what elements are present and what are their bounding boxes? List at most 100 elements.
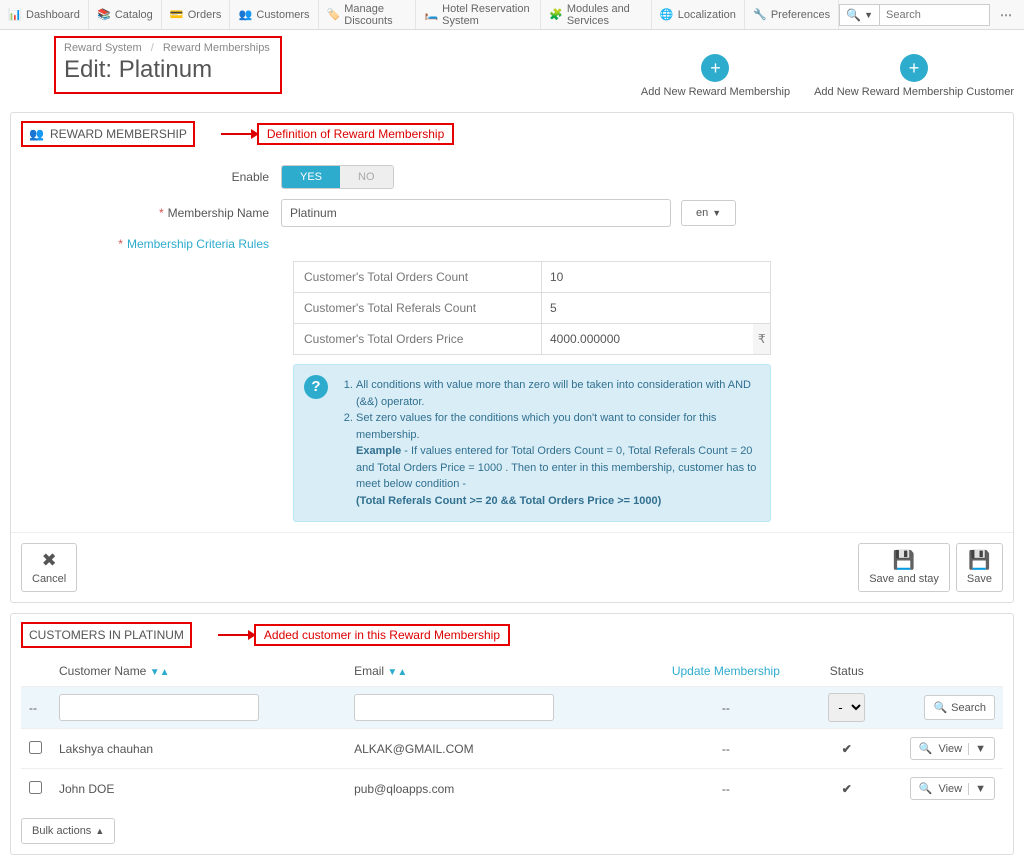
view-button[interactable]: 🔍View▼	[910, 777, 995, 800]
cell-email: pub@qloapps.com	[346, 769, 641, 809]
top-nav: 📊 Dashboard 📚Catalog 💳 Orders 👥 Customers 🏷…	[0, 0, 1024, 30]
caret-down-icon[interactable]: ▼	[968, 783, 986, 795]
search-icon: 🔍	[919, 742, 933, 755]
nav-label: Localization	[678, 9, 736, 21]
nav-label: Dashboard	[26, 9, 80, 21]
filter-dashes: --	[21, 687, 51, 729]
nav-discounts[interactable]: 🏷️Manage Discounts	[319, 0, 417, 29]
nav-hotel[interactable]: 🛏️Hotel Reservation System	[416, 0, 541, 29]
nav-label: Customers	[256, 9, 309, 21]
criteria-orders-price-input[interactable]	[542, 324, 753, 354]
language-button[interactable]: en▼	[681, 200, 736, 226]
nav-dashboard[interactable]: 📊 Dashboard	[0, 0, 89, 29]
group-icon: 👥	[29, 127, 44, 141]
orders-icon: 💳	[170, 8, 184, 21]
wrench-icon: 🔧	[753, 8, 767, 21]
cancel-button[interactable]: ✖Cancel	[21, 543, 77, 592]
filter-status-select[interactable]: -	[828, 693, 865, 722]
nav-customers[interactable]: 👥 Customers	[230, 0, 318, 29]
annotation-text: Added customer in this Reward Membership	[254, 624, 510, 646]
filter-name-input[interactable]	[59, 694, 259, 721]
filter-email-input[interactable]	[354, 694, 554, 721]
nav-label: Preferences	[771, 9, 830, 21]
panel-footer: ✖Cancel 💾Save and stay 💾Save	[11, 532, 1013, 602]
action-label: Add New Reward Membership Customer	[814, 86, 1014, 98]
filter-dashes: --	[641, 687, 810, 729]
row-checkbox[interactable]	[29, 741, 42, 754]
header-actions: + Add New Reward Membership + Add New Re…	[641, 54, 1014, 98]
search-input[interactable]	[880, 4, 990, 26]
criteria-link[interactable]: Membership Criteria Rules	[127, 237, 269, 251]
customers-icon: 👥	[238, 8, 252, 21]
save-stay-button[interactable]: 💾Save and stay	[858, 543, 950, 592]
annotation-text: Definition of Reward Membership	[257, 123, 454, 145]
globe-icon: 🌐	[660, 8, 674, 21]
caret-down-icon[interactable]: ▼	[968, 743, 986, 755]
breadcrumb: Reward System / Reward Memberships	[64, 42, 270, 54]
nav-label: Orders	[188, 9, 222, 21]
search-box: 🔍▼	[839, 0, 990, 29]
nav-orders[interactable]: 💳 Orders	[162, 0, 231, 29]
save-button[interactable]: 💾Save	[956, 543, 1003, 592]
criteria-label: *Membership Criteria Rules	[31, 237, 281, 251]
cell-update: --	[641, 729, 810, 769]
nav-localization[interactable]: 🌐 Localization	[652, 0, 745, 29]
search-icon: 🔍	[846, 8, 861, 22]
annotation: Added customer in this Reward Membership	[218, 624, 510, 646]
switch-no[interactable]: NO	[340, 166, 393, 188]
add-membership-button[interactable]: + Add New Reward Membership	[641, 54, 790, 98]
cell-update: --	[641, 769, 810, 809]
info-box: ? All conditions with value more than ze…	[293, 364, 771, 522]
criteria-orders-count-input[interactable]	[542, 262, 770, 292]
status-active-icon: ✔	[811, 729, 883, 769]
col-name[interactable]: Customer Name ▼▲	[51, 656, 346, 687]
puzzle-icon: 🧩	[549, 8, 563, 21]
criteria-table: Customer's Total Orders Count Customer's…	[293, 261, 771, 355]
criteria-orders-price-label: Customer's Total Orders Price	[294, 324, 542, 354]
panel-title: CUSTOMERS IN PLATINUM	[21, 622, 192, 648]
nav-label: Modules and Services	[567, 3, 643, 27]
criteria-referals-count-input[interactable]	[542, 293, 770, 323]
breadcrumb-b[interactable]: Reward Memberships	[163, 42, 270, 54]
catalog-icon: 📚	[97, 8, 111, 21]
nav-label: Manage Discounts	[344, 3, 407, 27]
enable-switch[interactable]: YES NO	[281, 165, 394, 189]
col-status: Status	[811, 656, 883, 687]
search-scope-button[interactable]: 🔍▼	[839, 4, 880, 26]
sort-icon: ▼▲	[150, 667, 170, 678]
info-line-2: Set zero values for the conditions which…	[356, 410, 758, 509]
plus-icon: +	[900, 54, 928, 82]
col-update[interactable]: Update Membership	[672, 664, 780, 678]
nav-modules[interactable]: 🧩 Modules and Services	[541, 0, 652, 29]
info-line-1: All conditions with value more than zero…	[356, 377, 758, 410]
search-button[interactable]: 🔍Search	[924, 695, 995, 720]
caret-down-icon: ▼	[864, 10, 873, 20]
dashboard-icon: 📊	[8, 8, 22, 21]
membership-name-input[interactable]	[281, 199, 671, 227]
nav-catalog[interactable]: 📚Catalog	[89, 0, 162, 29]
nav-preferences[interactable]: 🔧 Preferences	[745, 0, 839, 29]
nav-label: Hotel Reservation System	[442, 3, 532, 27]
add-customer-button[interactable]: + Add New Reward Membership Customer	[814, 54, 1014, 98]
panel-title: REWARD MEMBERSHIP	[50, 127, 187, 141]
col-email[interactable]: Email ▼▲	[346, 656, 641, 687]
table-row: John DOE pub@qloapps.com -- ✔ 🔍View▼	[21, 769, 1003, 809]
more-menu[interactable]: ⋯	[990, 0, 1024, 29]
breadcrumb-a[interactable]: Reward System	[64, 42, 142, 54]
panel-heading: 👥 REWARD MEMBERSHIP Definition of Reward …	[11, 113, 1013, 155]
customers-panel: CUSTOMERS IN PLATINUM Added customer in …	[10, 613, 1014, 855]
name-label: *Membership Name	[31, 206, 281, 220]
page-title: Edit: Platinum	[64, 56, 270, 84]
bulk-actions-button[interactable]: Bulk actions▲	[21, 818, 115, 844]
cell-name: John DOE	[51, 769, 346, 809]
breadcrumb-sep: /	[151, 42, 154, 54]
view-button[interactable]: 🔍View▼	[910, 737, 995, 760]
criteria-orders-count-label: Customer's Total Orders Count	[294, 262, 542, 292]
action-label: Add New Reward Membership	[641, 86, 790, 98]
annotation: Definition of Reward Membership	[221, 123, 454, 145]
cell-name: Lakshya chauhan	[51, 729, 346, 769]
title-block: Reward System / Reward Memberships Edit:…	[54, 36, 282, 94]
switch-yes[interactable]: YES	[282, 166, 340, 188]
sort-icon: ▼▲	[387, 667, 407, 678]
panel-heading: CUSTOMERS IN PLATINUM Added customer in …	[11, 614, 1013, 656]
